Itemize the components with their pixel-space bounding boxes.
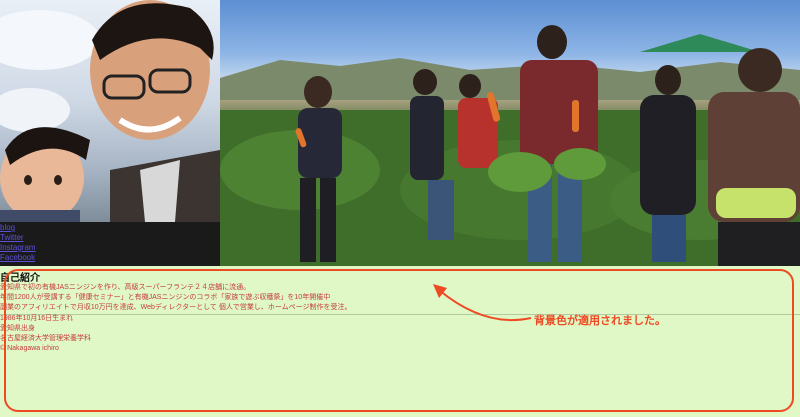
facebook-link[interactable]: Facebook [0,253,35,262]
sns-link-item: Twitter [0,233,36,243]
instagram-link[interactable]: Instagram [0,243,36,252]
twitter-link[interactable]: Twitter [0,233,24,242]
portrait-illustration [0,0,220,222]
sns-link-item: Instagram [0,243,36,253]
sns-link-item: blog [0,223,36,233]
sns-link-item: Facebook [0,253,36,263]
blog-link[interactable]: blog [0,223,15,232]
annotation-highlight-frame [4,269,794,412]
annotation-arrow-icon [433,284,532,322]
portrait-photo [0,0,220,222]
header-photo-area: blog Twitter Instagram Facebook [0,0,800,266]
sns-link-list: blog Twitter Instagram Facebook [0,223,36,263]
annotation-callout: 背景色が適用されました。 [534,314,666,327]
